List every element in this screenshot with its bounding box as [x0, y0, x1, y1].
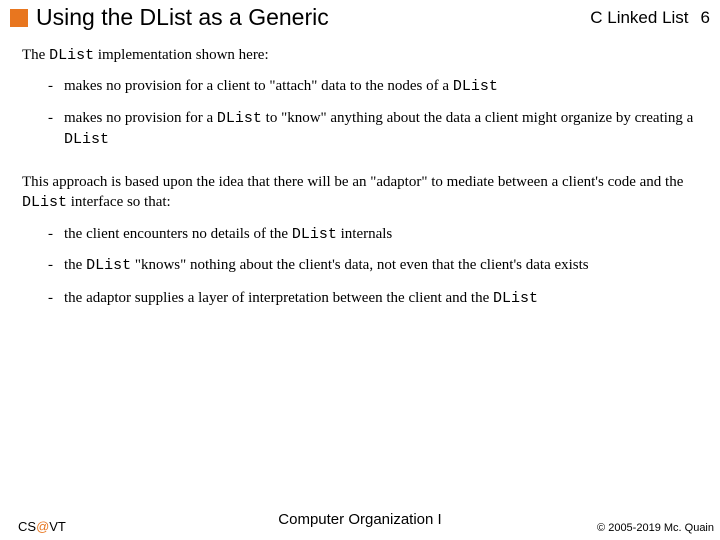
item-text: internals	[337, 226, 392, 242]
item-text: makes no provision for a client to "atta…	[64, 78, 453, 94]
item-code: DList	[217, 110, 262, 127]
slide-footer: CS@VT Computer Organization I © 2005-201…	[0, 519, 720, 534]
item-code: DList	[493, 290, 538, 307]
mid-text: This approach is based upon the idea tha…	[22, 174, 683, 190]
list-item: - makes no provision for a DList to "kno…	[48, 108, 698, 151]
mid-paragraph: This approach is based upon the idea tha…	[22, 172, 698, 214]
title-bullet-icon	[10, 9, 28, 27]
mid-text-post: interface so that:	[67, 194, 171, 210]
item-text: the adaptor supplies a layer of interpre…	[64, 290, 493, 306]
footer-at-icon: @	[36, 519, 49, 534]
dash-icon: -	[48, 255, 64, 276]
item-text: the client encounters no details of the	[64, 226, 292, 242]
item-code: DList	[453, 78, 498, 95]
list-item-text: makes no provision for a client to "atta…	[64, 76, 698, 97]
intro-paragraph: The DList implementation shown here:	[22, 45, 698, 66]
list-item-text: the client encounters no details of the …	[64, 224, 698, 245]
item-code: DList	[292, 226, 337, 243]
footer-org-pre: CS	[18, 519, 36, 534]
slide: Using the DList as a Generic C Linked Li…	[0, 0, 720, 540]
dash-icon: -	[48, 76, 64, 97]
item-code: DList	[86, 257, 131, 274]
list-item-text: the DList "knows" nothing about the clie…	[64, 255, 698, 276]
page-number: 6	[701, 8, 710, 28]
footer-left: CS@VT	[18, 519, 66, 534]
list-item: - the client encounters no details of th…	[48, 224, 698, 245]
list-item: - the adaptor supplies a layer of interp…	[48, 288, 698, 309]
intro-code: DList	[49, 47, 94, 64]
slide-header: Using the DList as a Generic C Linked Li…	[0, 0, 720, 37]
list-1: - makes no provision for a client to "at…	[48, 76, 698, 150]
list-item-text: makes no provision for a DList to "know"…	[64, 108, 698, 151]
slide-body: The DList implementation shown here: - m…	[0, 37, 720, 309]
header-subject: C Linked List	[590, 8, 688, 28]
item-text: "knows" nothing about the client's data,…	[131, 257, 589, 273]
footer-center: Computer Organization I	[278, 511, 441, 528]
item-text: makes no provision for a	[64, 110, 217, 126]
intro-text: The	[22, 47, 49, 63]
intro-text-post: implementation shown here:	[94, 47, 269, 63]
item-text: the	[64, 257, 86, 273]
dash-icon: -	[48, 224, 64, 245]
item-text: to "know" anything about the data a clie…	[262, 110, 693, 126]
list-item: - the DList "knows" nothing about the cl…	[48, 255, 698, 276]
list-item: - makes no provision for a client to "at…	[48, 76, 698, 97]
dash-icon: -	[48, 288, 64, 309]
list-2: - the client encounters no details of th…	[48, 224, 698, 310]
dash-icon: -	[48, 108, 64, 151]
mid-code: DList	[22, 194, 67, 211]
footer-org-post: VT	[49, 519, 66, 534]
list-item-text: the adaptor supplies a layer of interpre…	[64, 288, 698, 309]
slide-title: Using the DList as a Generic	[36, 4, 590, 31]
item-code: DList	[64, 131, 109, 148]
footer-copyright: © 2005-2019 Mc. Quain	[597, 522, 714, 534]
